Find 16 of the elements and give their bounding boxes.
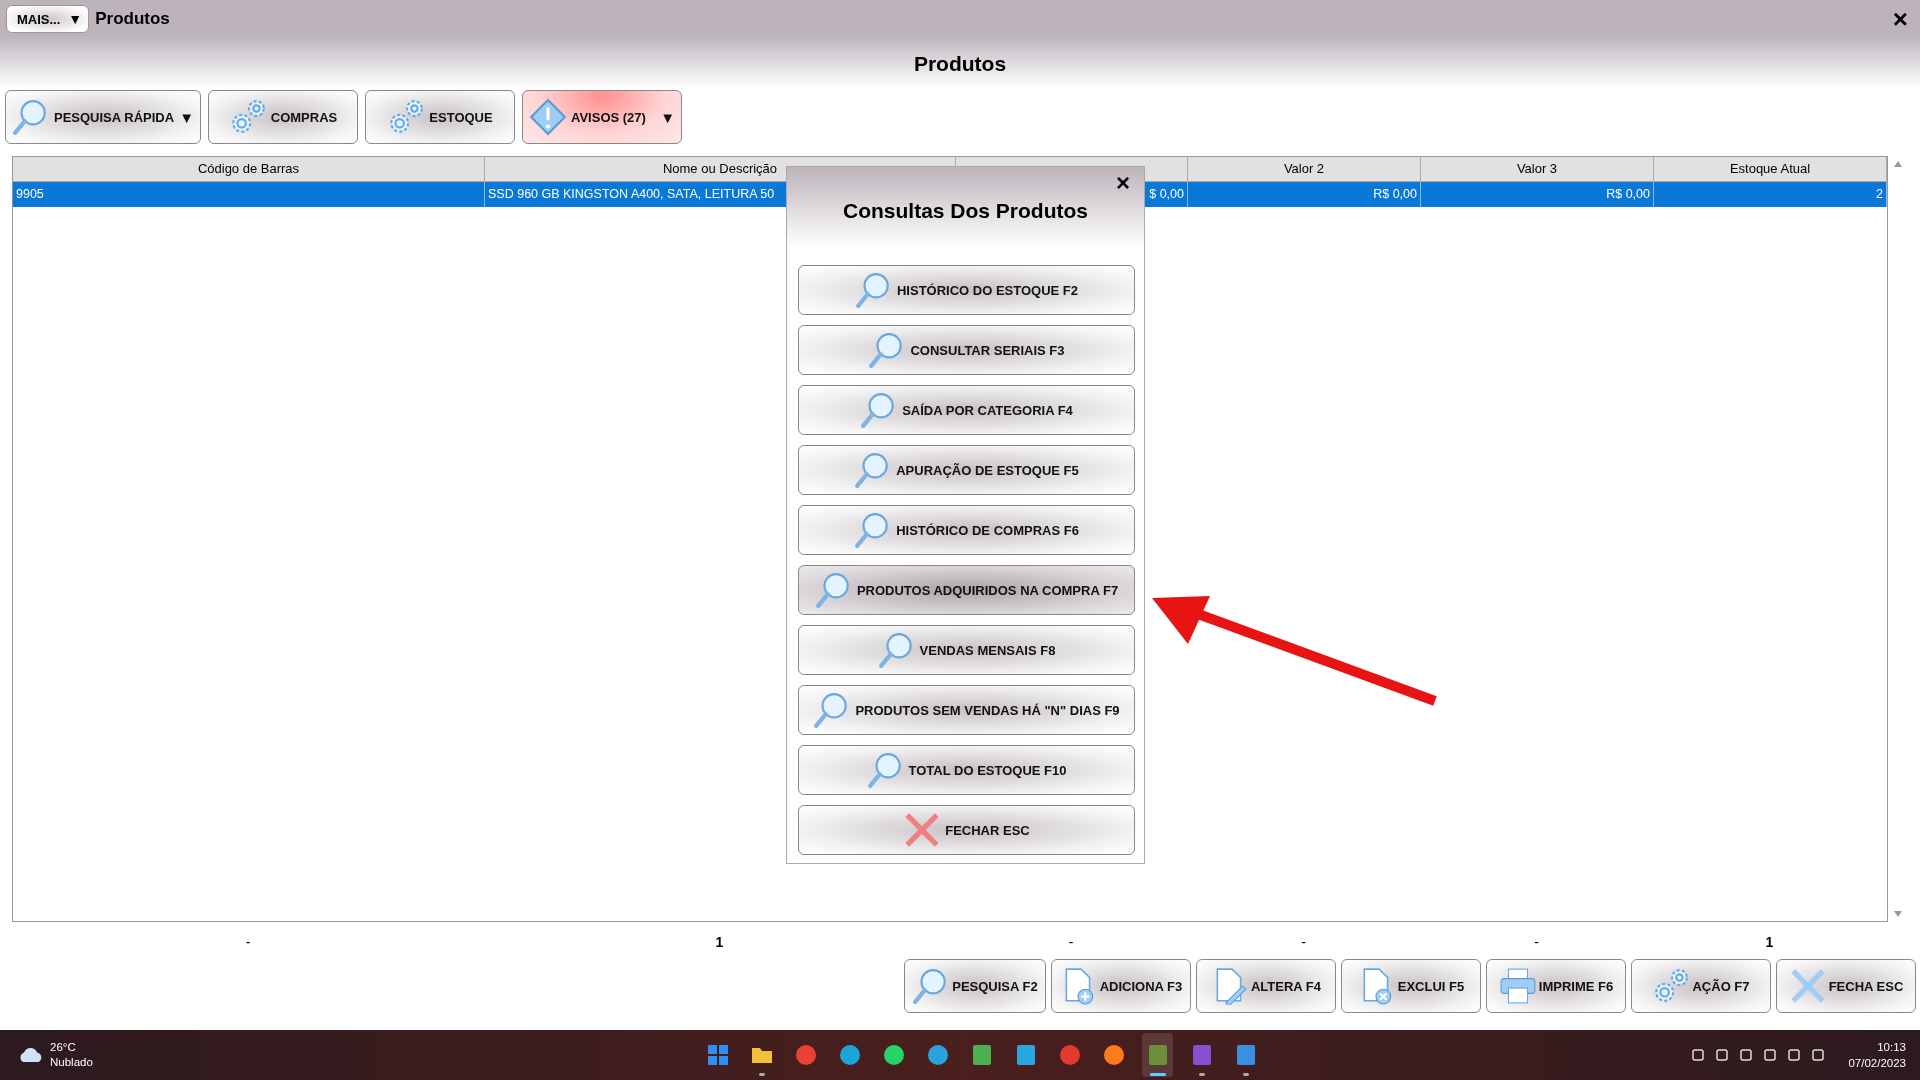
total-value: - bbox=[1300, 933, 1307, 952]
table-cell: R$ 0,00 bbox=[1188, 181, 1421, 207]
total-value: - bbox=[1533, 933, 1540, 952]
total-value: - bbox=[244, 933, 252, 952]
page-title: Produtos bbox=[912, 52, 1008, 76]
total-value: 1 bbox=[1764, 933, 1775, 952]
clock-time: 10:13 bbox=[1877, 1040, 1906, 1055]
total-value: 1 bbox=[714, 933, 725, 952]
window-title: Produtos bbox=[95, 9, 170, 29]
clock-date: 07/02/2023 bbox=[1848, 1056, 1906, 1071]
total-value: - bbox=[1067, 933, 1075, 952]
weather-condition: Nublado bbox=[50, 1055, 93, 1070]
table-cell: 2 bbox=[1654, 181, 1887, 207]
table-cell: R$ 0,00 bbox=[1421, 181, 1654, 207]
table-cell: 9905 bbox=[13, 181, 485, 207]
temperature: 26°C bbox=[50, 1040, 77, 1055]
